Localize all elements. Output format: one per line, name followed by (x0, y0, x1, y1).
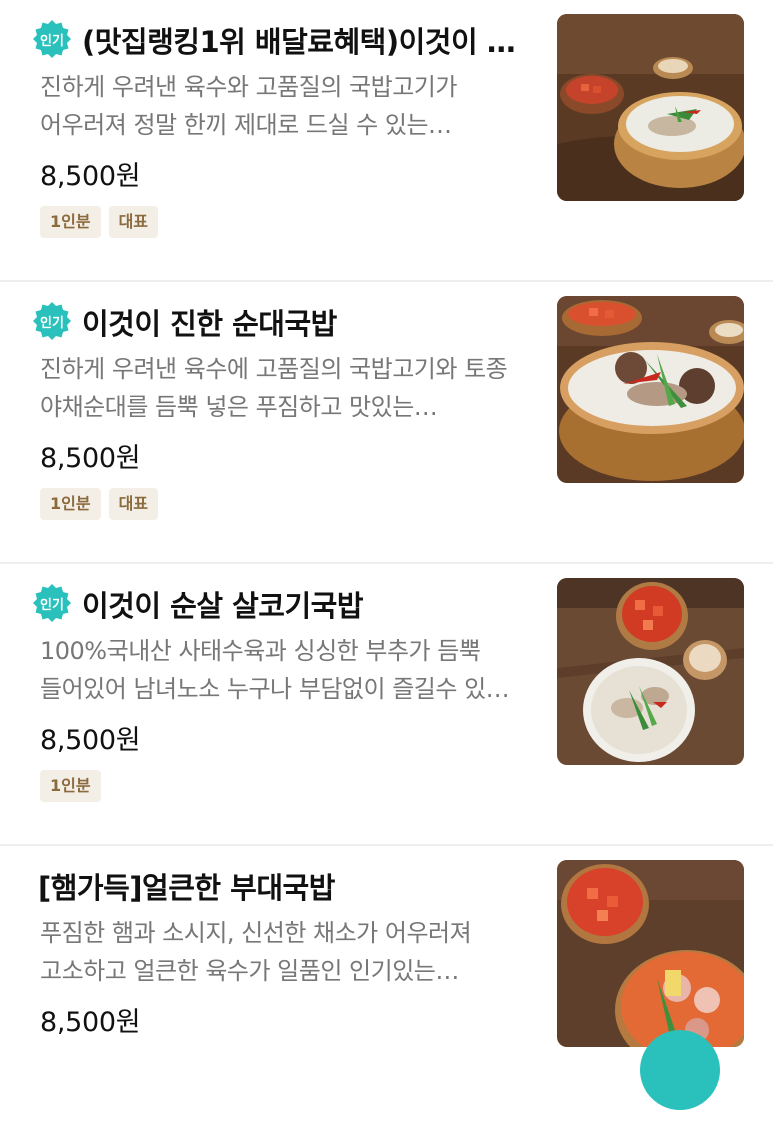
item-price: 8,500원 (40, 725, 141, 756)
description-line: 어우러져 정말 한끼 제대로 드실 수 있는… (40, 111, 452, 139)
tag-serving: 1인분 (40, 770, 101, 802)
tag-row: 1인분 (40, 770, 101, 802)
item-title: 이것이 진한 순대국밥 (82, 307, 337, 341)
title-row: 인기 (맛집랭킹1위 배달료혜택)이것이 진한 순대국밥 (30, 18, 530, 62)
tag-signature: 대표 (108, 206, 159, 238)
popular-badge-icon: 인기 (33, 302, 71, 340)
description-line: 야채순대를 듬뿍 넣은 푸짐하고 맛있는… (40, 393, 438, 421)
item-description: 진하게 우려낸 육수에 고품질의 국밥고기와 토종 야채순대를 듬뿍 넣은 푸짐… (40, 350, 540, 426)
tag-serving: 1인분 (40, 206, 101, 238)
tag-row: 1인분 대표 (40, 488, 159, 520)
menu-item-photo[interactable] (557, 296, 744, 483)
tag-signature: 대표 (108, 488, 159, 520)
menu-list: 인기 (맛집랭킹1위 배달료혜택)이것이 진한 순대국밥 진하게 우려낸 육수와… (0, 0, 773, 1128)
tag-row: 1인분 대표 (40, 206, 159, 238)
item-price: 8,500원 (40, 161, 141, 192)
item-title: [햄가득]얼큰한 부대국밥 (38, 871, 335, 905)
item-title: (맛집랭킹1위 배달료혜택)이것이 진한 순대국밥 (82, 25, 530, 59)
tag-serving: 1인분 (40, 488, 101, 520)
item-price: 8,500원 (40, 443, 141, 474)
item-title: 이것이 순살 살코기국밥 (82, 589, 363, 623)
menu-item-photo[interactable] (557, 14, 744, 201)
title-row: 인기 이것이 순살 살코기국밥 (30, 582, 530, 626)
floating-action-button[interactable] (640, 1030, 720, 1110)
title-row: [햄가득]얼큰한 부대국밥 (30, 864, 530, 908)
popular-badge-icon: 인기 (33, 20, 71, 58)
menu-item[interactable]: 인기 이것이 진한 순대국밥 진하게 우려낸 육수에 고품질의 국밥고기와 토종… (0, 282, 773, 564)
menu-item[interactable]: 인기 (맛집랭킹1위 배달료혜택)이것이 진한 순대국밥 진하게 우려낸 육수와… (0, 0, 773, 282)
item-description: 100%국내산 사태수육과 싱싱한 부추가 듬뿍 들어있어 남녀노소 누구나 부… (40, 632, 540, 708)
description-line: 100%국내산 사태수육과 싱싱한 부추가 듬뿍 (40, 637, 481, 665)
description-line: 진하게 우려낸 육수에 고품질의 국밥고기와 토종 (40, 355, 508, 383)
title-row: 인기 이것이 진한 순대국밥 (30, 300, 530, 344)
item-description: 진하게 우려낸 육수와 고품질의 국밥고기가 어우러져 정말 한끼 제대로 드실… (40, 68, 540, 144)
description-line: 진하게 우려낸 육수와 고품질의 국밥고기가 (40, 73, 457, 101)
menu-item-photo[interactable] (557, 578, 744, 765)
menu-item-photo[interactable] (557, 860, 744, 1047)
description-line: 들어있어 남녀노소 누구나 부담없이 즐길수 있… (40, 675, 510, 703)
popular-badge-label: 인기 (40, 315, 64, 331)
description-line: 고소하고 얼큰한 육수가 일품인 인기있는… (40, 957, 459, 985)
popular-badge-label: 인기 (40, 597, 64, 613)
item-description: 푸짐한 햄과 소시지, 신선한 채소가 어우러져 고소하고 얼큰한 육수가 일품… (40, 914, 540, 990)
description-line: 푸짐한 햄과 소시지, 신선한 채소가 어우러져 (40, 919, 472, 947)
popular-badge-icon: 인기 (33, 584, 71, 622)
item-price: 8,500원 (40, 1007, 141, 1038)
popular-badge-label: 인기 (40, 33, 64, 49)
menu-item[interactable]: 인기 이것이 순살 살코기국밥 100%국내산 사태수육과 싱싱한 부추가 듬뿍… (0, 564, 773, 846)
